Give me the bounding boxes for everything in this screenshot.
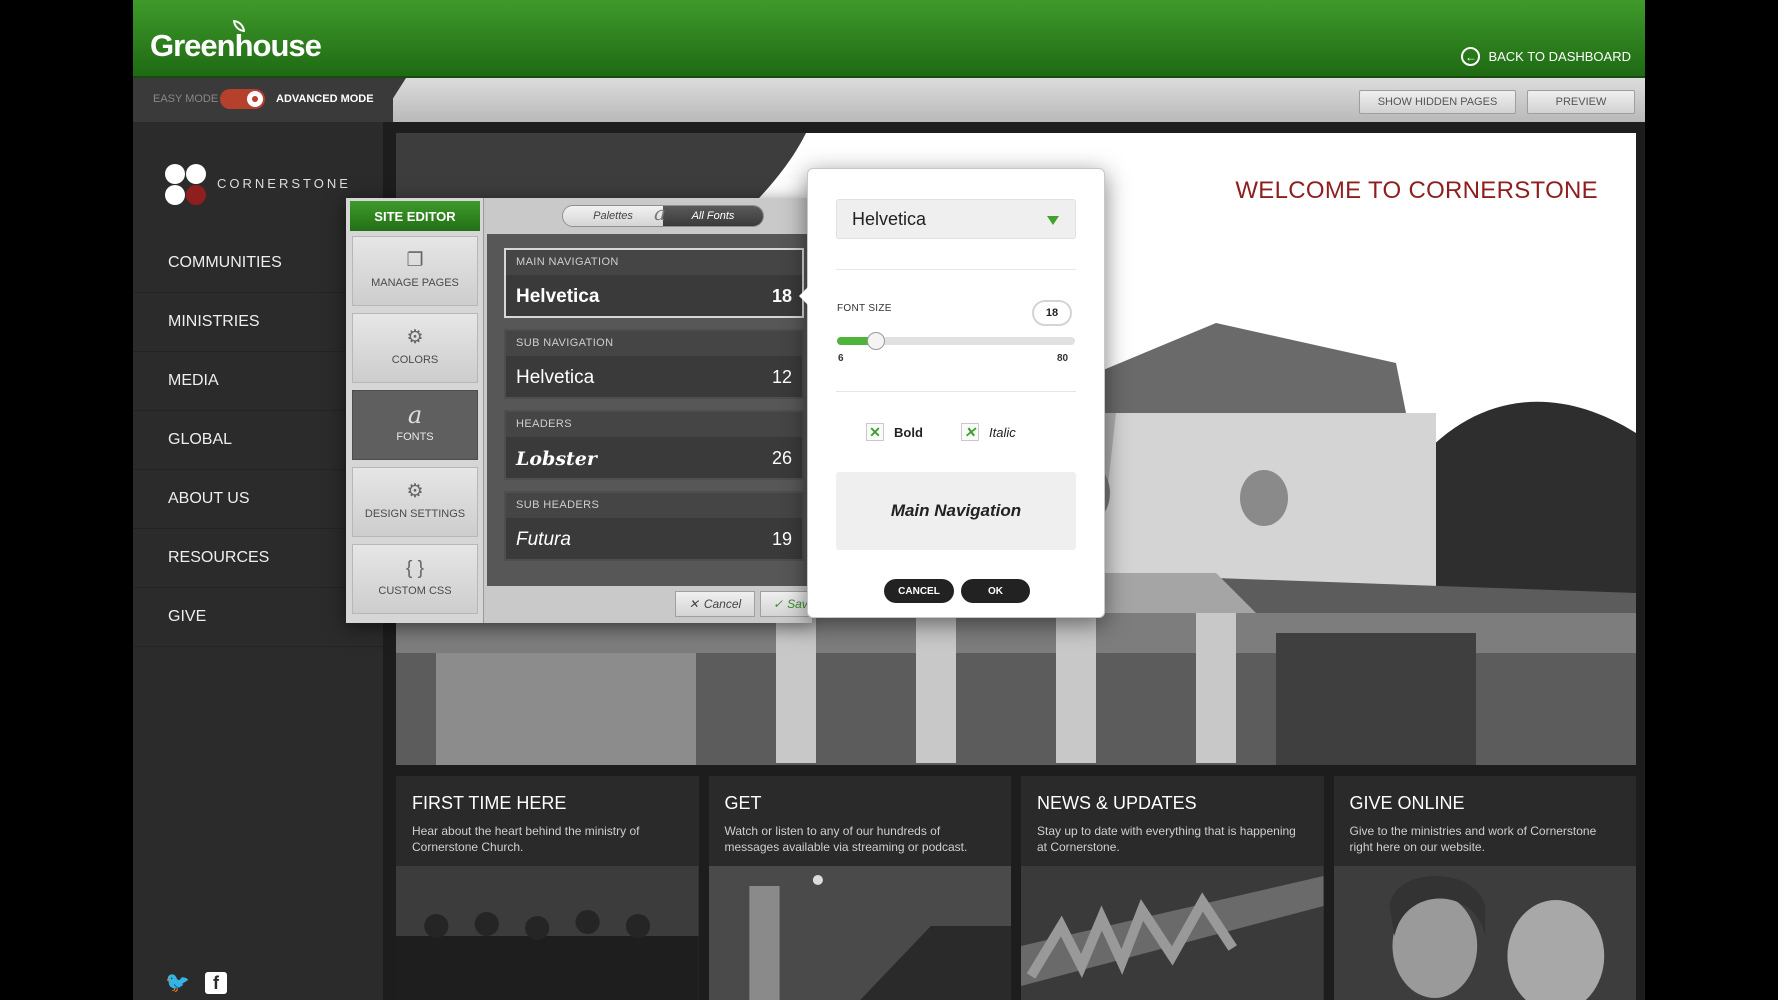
event-banner-photo bbox=[1021, 866, 1324, 1000]
top-header: Greenhouse ← BACK TO DASHBOARD bbox=[133, 0, 1645, 78]
site-editor-tabs: SITE EDITOR ❐ MANAGE PAGES ⚙ COLORS a FO… bbox=[346, 198, 484, 623]
font-size-label: FONT SIZE bbox=[837, 303, 892, 314]
greenhouse-logo[interactable]: Greenhouse bbox=[150, 20, 322, 64]
easy-mode-label: EASY MODE bbox=[153, 93, 219, 105]
congregation-photo bbox=[396, 866, 699, 1000]
popup-ok-button[interactable]: OK bbox=[961, 579, 1030, 603]
welcome-heading: WELCOME TO CORNERSTONE bbox=[1235, 177, 1598, 204]
tab-design-settings[interactable]: ⚙ DESIGN SETTINGS bbox=[352, 467, 478, 537]
slider-handle[interactable] bbox=[866, 332, 885, 350]
mode-toggle[interactable] bbox=[220, 89, 265, 109]
mode-bar: EASY MODE ADVANCED MODE SHOW HIDDEN PAGE… bbox=[133, 78, 1645, 122]
chevron-down-icon bbox=[1047, 216, 1059, 225]
gear-icon: ⚙ bbox=[406, 481, 424, 502]
site-editor-panel: SITE EDITOR ❐ MANAGE PAGES ⚙ COLORS a FO… bbox=[346, 198, 820, 623]
site-name: CORNERSTONE bbox=[217, 176, 351, 191]
slider-min-label: 6 bbox=[838, 353, 844, 364]
editor-cancel-button[interactable]: ✕ Cancel bbox=[675, 591, 755, 617]
italic-checkbox[interactable]: ✕ Italic bbox=[961, 423, 1016, 441]
back-arrow-icon: ← bbox=[1461, 47, 1481, 66]
site-editor-title: SITE EDITOR bbox=[350, 201, 480, 231]
check-x-icon: ✕ bbox=[866, 423, 884, 441]
social-links: 🐦 f bbox=[165, 972, 227, 994]
card-give-online[interactable]: GIVE ONLINE Give to the ministries and w… bbox=[1333, 776, 1636, 1000]
feature-cards: FIRST TIME HERE Hear about the heart beh… bbox=[396, 776, 1636, 1000]
palettes-option[interactable]: Palettes bbox=[563, 206, 663, 226]
font-glyph-icon: a bbox=[654, 201, 666, 225]
tab-fonts[interactable]: a FONTS bbox=[352, 390, 478, 460]
font-item-main-navigation[interactable]: MAIN NAVIGATION Helvetica 18 bbox=[504, 248, 804, 318]
font-item-sub-headers[interactable]: SUB HEADERS Futura 19 bbox=[504, 491, 804, 561]
bold-checkbox[interactable]: ✕ Bold bbox=[866, 423, 923, 441]
tab-colors[interactable]: ⚙ COLORS bbox=[352, 313, 478, 383]
preview-button[interactable]: PREVIEW bbox=[1527, 90, 1635, 114]
back-to-dashboard-link[interactable]: ← BACK TO DASHBOARD bbox=[1461, 47, 1631, 66]
font-list: MAIN NAVIGATION Helvetica 18 SUB NAVIGAT… bbox=[487, 234, 809, 586]
font-size-slider[interactable] bbox=[837, 332, 1075, 350]
font-item-headers[interactable]: HEADERS Lobster 26 bbox=[504, 410, 804, 480]
check-icon: ✓ bbox=[773, 597, 784, 611]
gear-icon: ⚙ bbox=[406, 327, 424, 348]
braces-icon: { } bbox=[406, 558, 424, 579]
show-hidden-pages-button[interactable]: SHOW HIDDEN PAGES bbox=[1359, 90, 1516, 114]
card-first-time-here[interactable]: FIRST TIME HERE Hear about the heart beh… bbox=[396, 776, 699, 1000]
card-get[interactable]: GET Watch or listen to any of our hundre… bbox=[708, 776, 1011, 1000]
cornerstone-logo-icon[interactable] bbox=[165, 164, 207, 206]
font-preview: Main Navigation bbox=[836, 472, 1076, 550]
font-item-sub-navigation[interactable]: SUB NAVIGATION Helvetica 12 bbox=[504, 329, 804, 399]
facebook-icon[interactable]: f bbox=[205, 972, 227, 994]
tab-custom-css[interactable]: { } CUSTOM CSS bbox=[352, 544, 478, 614]
check-x-icon: ✕ bbox=[961, 423, 979, 441]
popup-cancel-button[interactable]: CANCEL bbox=[884, 579, 954, 603]
font-family-dropdown[interactable]: Helvetica bbox=[836, 199, 1076, 239]
card-news-updates[interactable]: NEWS & UPDATES Stay up to date with ever… bbox=[1021, 776, 1324, 1000]
close-icon: ✕ bbox=[688, 597, 699, 611]
kids-smiling-photo bbox=[1333, 866, 1636, 1000]
slider-max-label: 80 bbox=[1057, 353, 1069, 364]
tab-manage-pages[interactable]: ❐ MANAGE PAGES bbox=[352, 236, 478, 306]
toggle-knob bbox=[247, 91, 263, 107]
app-window: Greenhouse ← BACK TO DASHBOARD EASY MODE… bbox=[133, 0, 1645, 1000]
all-fonts-option[interactable]: All Fonts bbox=[663, 206, 763, 226]
twitter-icon[interactable]: 🐦 bbox=[165, 972, 191, 994]
font-settings-popup: Helvetica FONT SIZE 18 6 80 ✕ Bold ✕ Ita… bbox=[799, 168, 1105, 618]
font-size-input[interactable]: 18 bbox=[1032, 300, 1072, 326]
speaker-photo bbox=[708, 866, 1011, 1000]
advanced-mode-label: ADVANCED MODE bbox=[276, 93, 374, 105]
pages-icon: ❐ bbox=[406, 250, 424, 271]
font-icon: a bbox=[407, 401, 423, 429]
